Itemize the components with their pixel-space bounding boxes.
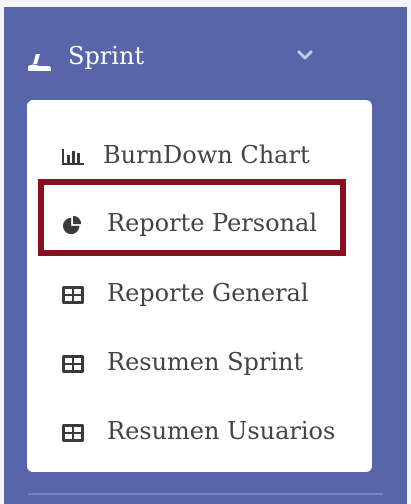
submenu-item-resumen-sprint[interactable]: Resumen Sprint <box>27 340 372 386</box>
sprint-icon <box>28 54 51 71</box>
submenu-item-reporte-general[interactable]: Reporte General <box>27 271 372 317</box>
table-icon <box>62 286 84 304</box>
divider <box>28 493 383 495</box>
menu-sprint[interactable]: Sprint <box>4 29 407 89</box>
submenu-item-burndown-chart[interactable]: BurnDown Chart <box>27 133 372 179</box>
sprint-submenu: BurnDown Chart Reporte Personal Reporte … <box>27 100 372 472</box>
submenu-item-label: BurnDown Chart <box>103 141 310 169</box>
sidebar: Sprint BurnDown Chart Reporte Personal R… <box>4 7 407 504</box>
submenu-item-label: Resumen Usuarios <box>107 417 336 445</box>
table-icon <box>62 355 84 373</box>
submenu-item-label: Resumen Sprint <box>107 348 304 376</box>
submenu-item-label: Reporte General <box>107 279 309 307</box>
submenu-item-label: Reporte Personal <box>107 209 317 237</box>
pie-chart-icon <box>63 215 82 235</box>
chevron-down-icon[interactable] <box>297 49 313 61</box>
submenu-item-reporte-personal[interactable]: Reporte Personal <box>27 201 372 247</box>
bar-chart-icon <box>62 149 84 165</box>
table-icon <box>62 424 84 442</box>
menu-sprint-label: Sprint <box>68 42 145 70</box>
submenu-item-resumen-usuarios[interactable]: Resumen Usuarios <box>27 409 372 455</box>
